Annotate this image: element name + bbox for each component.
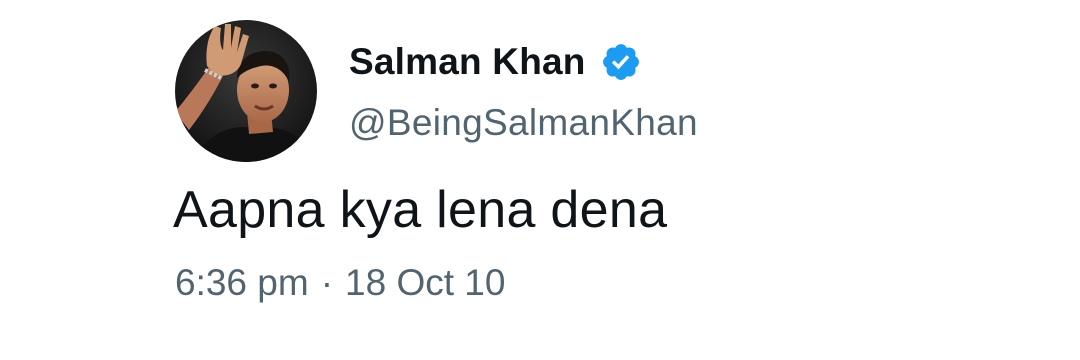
profile-photo: [175, 20, 317, 162]
meta-separator: ·: [320, 262, 334, 303]
tweet-text: Aapna kya lena dena: [173, 181, 668, 239]
tweet-date[interactable]: 18 Oct 10: [345, 262, 505, 304]
tweet-time[interactable]: 6:36 pm: [175, 262, 309, 304]
verified-badge-icon: [600, 41, 642, 83]
author-name-row[interactable]: Salman Khan: [349, 40, 642, 84]
author-handle[interactable]: @BeingSalmanKhan: [349, 102, 698, 144]
tweet-timestamp[interactable]: 6:36 pm · 18 Oct 10: [175, 262, 505, 304]
tweet-card: Salman Khan @BeingSalmanKhan Aapna kya l…: [0, 0, 1080, 360]
avatar[interactable]: [175, 20, 317, 162]
author-display-name[interactable]: Salman Khan: [349, 41, 586, 83]
